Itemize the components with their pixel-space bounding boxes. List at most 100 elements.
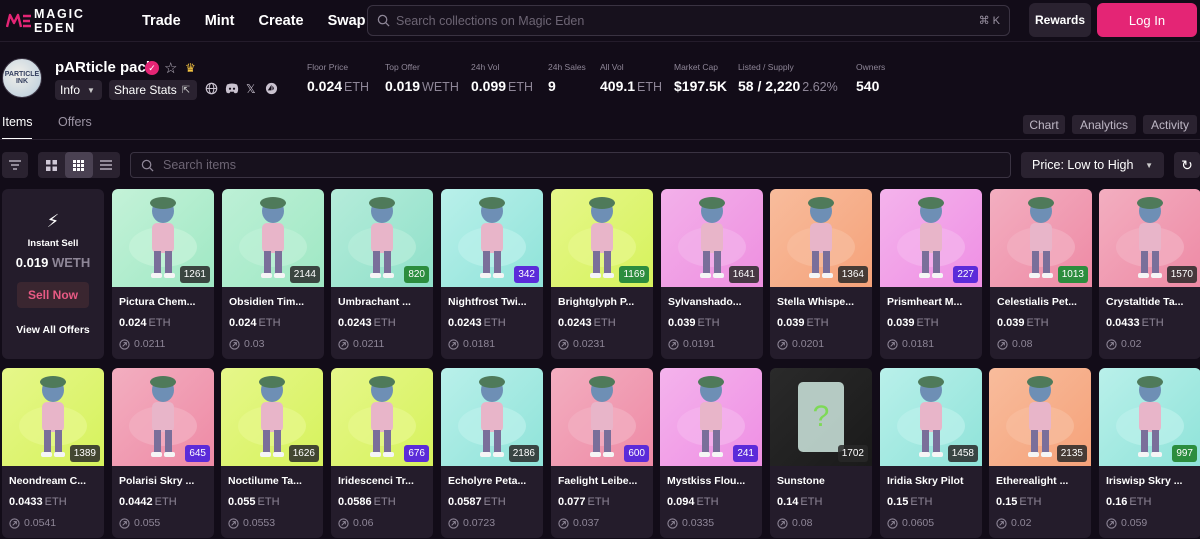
nft-card[interactable]: 1570 Crystaltide Ta... 0.0433 ETH 0.02 — [1099, 189, 1200, 359]
filter-button[interactable] — [2, 152, 28, 178]
nft-card[interactable]: 1169 Brightglyph P... 0.0243 ETH 0.0231 — [551, 189, 653, 359]
nft-name: Iriswisp Skry ... — [1106, 475, 1183, 487]
nft-card[interactable]: 2144 Obsidien Tim... 0.024 ETH 0.03 — [222, 189, 324, 359]
nft-card[interactable]: 1013 Celestialis Pet... 0.039 ETH 0.08 — [990, 189, 1092, 359]
nft-card[interactable]: 241 Mystkiss Flou... 0.094 ETH 0.0335 — [660, 368, 762, 538]
discord-icon[interactable] — [225, 82, 239, 98]
nft-image[interactable]: 1389 — [2, 368, 104, 466]
nft-image[interactable]: 2186 — [441, 368, 543, 466]
nft-image[interactable]: 820 — [331, 189, 433, 287]
nft-image[interactable]: 2144 — [222, 189, 324, 287]
global-search: ⌘ K — [367, 5, 1010, 36]
website-icon[interactable] — [205, 82, 218, 98]
nft-image[interactable]: 1458 — [880, 368, 982, 466]
token-id-badge: 1389 — [69, 445, 100, 462]
nft-price-unit: ETH — [1026, 317, 1049, 329]
offer-icon — [9, 517, 20, 529]
nft-card[interactable]: 342 Nightfrost Twi... 0.0243 ETH 0.0181 — [441, 189, 543, 359]
sell-now-button[interactable]: Sell Now — [17, 282, 89, 308]
collection-name: pARticle pack — [55, 59, 155, 76]
grid-large-view-button[interactable] — [38, 152, 65, 178]
stat-label: Top Offer — [385, 62, 420, 72]
nft-last-sale: 0.02 — [996, 517, 1031, 529]
nft-image[interactable]: 997 — [1099, 368, 1200, 466]
grid-small-view-button[interactable] — [65, 152, 93, 178]
nft-image[interactable]: 1013 — [990, 189, 1092, 287]
magic-eden-logo[interactable]: MAGIC EDEN — [5, 7, 124, 35]
nft-card[interactable]: ? 1702 Sunstone 0.14 ETH 0.08 — [770, 368, 872, 538]
nft-image[interactable]: 600 — [551, 368, 653, 466]
nft-price-unit: ETH — [593, 317, 616, 329]
nav-swap[interactable]: Swap — [328, 13, 366, 29]
nft-card[interactable]: 997 Iriswisp Skry ... 0.16 ETH 0.059 — [1099, 368, 1200, 538]
nft-image[interactable]: 227 — [880, 189, 982, 287]
offer-icon — [997, 338, 1008, 350]
nft-card[interactable]: 1641 Sylvanshado... 0.039 ETH 0.0191 — [661, 189, 763, 359]
nav-mint[interactable]: Mint — [205, 13, 235, 29]
nft-image[interactable]: ? 1702 — [770, 368, 872, 466]
page: MAGIC EDEN Trade Mint Create Swap ⌘ K Re… — [0, 0, 1200, 539]
tab-chart[interactable]: Chart — [1023, 115, 1065, 134]
nft-image[interactable]: 241 — [660, 368, 762, 466]
info-dropdown[interactable]: Info ▼ — [55, 80, 102, 100]
nft-card[interactable]: 600 Faelight Leibe... 0.077 ETH 0.037 — [551, 368, 653, 538]
nft-image[interactable]: 1570 — [1099, 189, 1200, 287]
nft-card[interactable]: 1389 Neondream C... 0.0433 ETH 0.0541 — [2, 368, 104, 538]
nft-last-sale: 0.03 — [229, 338, 264, 350]
nft-card[interactable]: 2135 Etherealight ... 0.15 ETH 0.02 — [989, 368, 1091, 538]
favorite-star-icon[interactable]: ☆ — [164, 59, 177, 77]
nft-card[interactable]: 1626 Noctilume Ta... 0.055 ETH 0.0553 — [221, 368, 323, 538]
rewards-button[interactable]: Rewards — [1029, 3, 1091, 37]
offer-icon — [777, 517, 788, 529]
token-id-badge: 1570 — [1166, 266, 1197, 283]
stat-number: $197.5K — [674, 78, 727, 94]
nft-image[interactable]: 1641 — [661, 189, 763, 287]
nft-card[interactable]: 676 Iridescenci Tr... 0.0586 ETH 0.06 — [331, 368, 433, 538]
items-search-input[interactable] — [163, 158, 963, 172]
nav-trade[interactable]: Trade — [142, 13, 181, 29]
nft-price-value: 0.0243 — [338, 317, 372, 329]
nft-image[interactable]: 1169 — [551, 189, 653, 287]
nft-price-value: 0.039 — [777, 317, 805, 329]
tab-offers[interactable]: Offers — [58, 115, 92, 129]
view-toggle — [38, 152, 120, 178]
nft-price-value: 0.039 — [887, 317, 915, 329]
nft-card[interactable]: 820 Umbrachant ... 0.0243 ETH 0.0211 — [331, 189, 433, 359]
tab-analytics[interactable]: Analytics — [1072, 115, 1136, 134]
login-button[interactable]: Log In — [1097, 3, 1197, 37]
nav-create[interactable]: Create — [258, 13, 303, 29]
nft-card[interactable]: 1364 Stella Whispe... 0.039 ETH 0.0201 — [770, 189, 872, 359]
stat-value: 58 / 2,220 2.62% — [738, 78, 838, 94]
offer-icon — [229, 338, 240, 350]
sort-dropdown[interactable]: Price: Low to High ▼ — [1021, 152, 1164, 178]
nft-card[interactable]: 1261 Pictura Chem... 0.024 ETH 0.0211 — [112, 189, 214, 359]
list-view-button[interactable] — [93, 152, 120, 178]
share-icon: ⇱ — [181, 84, 191, 96]
offer-icon — [667, 517, 678, 529]
tab-activity[interactable]: Activity — [1143, 115, 1197, 134]
nft-image[interactable]: 1261 — [112, 189, 214, 287]
x-twitter-icon[interactable]: 𝕏 — [246, 82, 256, 96]
nft-price-unit: ETH — [1141, 317, 1164, 329]
tab-items[interactable]: Items — [2, 115, 33, 140]
refresh-button[interactable]: ↻ — [1174, 152, 1200, 178]
nft-image[interactable]: 645 — [112, 368, 214, 466]
nft-image[interactable]: 1626 — [221, 368, 323, 466]
nft-image[interactable]: 2135 — [989, 368, 1091, 466]
nft-image[interactable]: 676 — [331, 368, 433, 466]
nft-image[interactable]: 342 — [441, 189, 543, 287]
nft-image[interactable]: 1364 — [770, 189, 872, 287]
stat-number: 409.1 — [600, 78, 636, 94]
stat-listed-percent: 2.62% — [802, 80, 838, 94]
opensea-icon[interactable] — [265, 82, 278, 98]
view-all-offers-link[interactable]: View All Offers — [2, 324, 104, 336]
nft-card[interactable]: 1458 Iridia Skry Pilot 0.15 ETH 0.0605 — [880, 368, 982, 538]
global-search-input[interactable] — [396, 13, 956, 28]
nft-card[interactable]: 645 Polarisi Skry ... 0.0442 ETH 0.055 — [112, 368, 214, 538]
share-stats-button[interactable]: Share Stats ⇱ — [109, 80, 197, 100]
offer-icon — [1106, 517, 1117, 529]
nft-last-sale: 0.0553 — [228, 517, 275, 529]
nft-last-sale: 0.0541 — [9, 517, 56, 529]
nft-card[interactable]: 227 Prismheart M... 0.039 ETH 0.0181 — [880, 189, 982, 359]
nft-card[interactable]: 2186 Echolyre Peta... 0.0587 ETH 0.0723 — [441, 368, 543, 538]
